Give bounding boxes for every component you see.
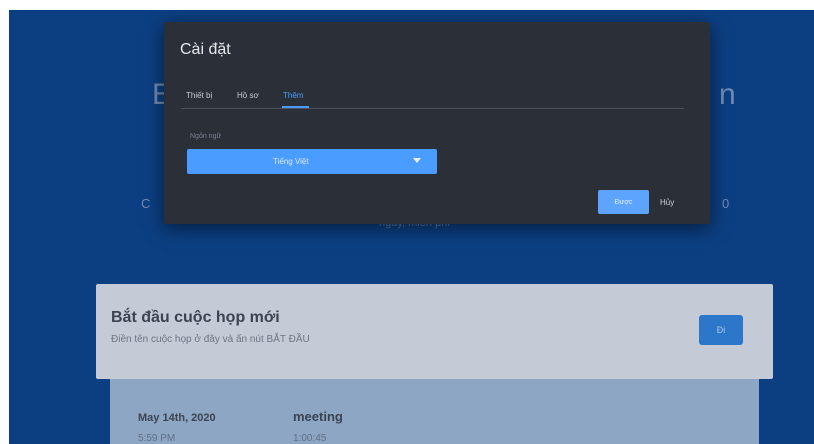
tab-more[interactable]: Thêm [283, 91, 303, 100]
tab-profile[interactable]: Hồ sơ [237, 91, 259, 100]
background-text-fragment: C [141, 196, 151, 211]
app-background: B n C 0 ngay, miễn phí Bắt đầu cuộc họp … [9, 10, 814, 444]
background-title-fragment: n [719, 78, 736, 111]
chevron-down-icon [413, 158, 421, 163]
language-select-value: Tiếng Việt [273, 157, 309, 166]
language-select[interactable]: Tiếng Việt [187, 149, 437, 174]
history-time: 5:59 PM [138, 433, 176, 444]
tab-devices[interactable]: Thiết bị [186, 91, 212, 100]
background-text-fragment: 0 [722, 196, 730, 211]
start-meeting-button[interactable]: Đi [699, 315, 743, 345]
active-tab-indicator [282, 106, 309, 108]
start-meeting-title: Bắt đầu cuộc họp mới [111, 309, 280, 326]
history-date: May 14th, 2020 [138, 412, 216, 424]
history-meeting-name[interactable]: meeting [293, 409, 343, 424]
settings-tabs: Thiết bị Hồ sơ Thêm [181, 89, 684, 109]
cancel-button[interactable]: Hủy [660, 198, 674, 207]
settings-dialog: Cài đặt Thiết bị Hồ sơ Thêm Ngôn ngữ Tiế… [164, 22, 710, 224]
start-meeting-card: Bắt đầu cuộc họp mới Điền tên cuộc họp ở… [96, 284, 773, 379]
meeting-history-card: May 14th, 2020 5:59 PM meeting 1:00:45 [110, 379, 759, 444]
history-duration: 1:00:45 [293, 433, 327, 444]
language-label: Ngôn ngữ [190, 133, 222, 140]
ok-button[interactable]: Được [598, 190, 649, 214]
dialog-title: Cài đặt [180, 41, 231, 58]
start-meeting-description: Điền tên cuộc họp ở đây và ấn nút BẮT ĐẦ… [111, 334, 310, 345]
